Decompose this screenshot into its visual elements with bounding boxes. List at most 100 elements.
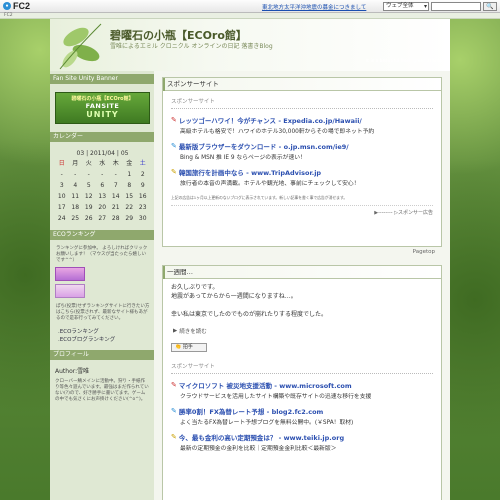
calendar-day: 11 [71,193,80,200]
sponsor-ad[interactable]: ✎ マイクロソフト 被災地支援活動 - www.microsoft.com クラウド… [171,380,441,400]
calendar-day: 25 [71,215,80,222]
fc2-logo-icon: ● [3,2,11,10]
sponsor-ad[interactable]: ✎ レッツゴーハワイ！今がチャンス - Expedia.co.jp/Hawaii/… [171,115,441,135]
sponsor-ad-description: よく当たるFX為替レート予想ブログを無料公開中。(￥SPA！取材) [180,420,354,426]
post-title[interactable]: 一週間… [163,266,441,279]
calendar-day: 21 [111,204,120,211]
pen-icon: ✎ [171,116,177,124]
site-description: 雪唯によるエミル クロニクル オンラインの日記 落書きBlog [110,43,273,50]
pen-icon: ✎ [171,407,177,415]
ad-note: 上記の広告は1ヶ月以上更新のないブログに表示されています。新しい記事を書く事で広… [171,195,348,200]
ad-footer[interactable]: ▶‑‑‑‑‑‑‑‑ ▷スポンサー広告 [171,205,433,216]
blog-wrapper: 碧曜石の小瓶【ECOro館】 雪唯によるエミル クロニクル オンラインの日記 落… [50,19,450,500]
calendar-day: 6 [100,182,105,189]
calendar-day: 30 [138,215,147,222]
pen-icon: ✎ [171,168,177,176]
sponsor-ad-title-text: 韓国旅行を計画中なら - www.TripAdvisor.jp [178,169,322,177]
sponsor-ad-description: 旅行者の本音の声満載。ホテルや観光地、事前にチェックして安心！ [180,181,360,187]
sponsor-ad[interactable]: ✎ 今、最も金利の高い定期預金は？ - www.teiki.jp.org 最新の定期… [171,432,441,452]
calendar-day: 24 [57,215,66,222]
calendar-grid: 日月火水木金土 - - - - -1 2 3 4 5 6 7 8 9 10 11 12 13 14 15 16 17 18 1… [55,159,150,224]
fc2-logo[interactable]: ● FC2 [3,1,30,11]
ranking-link-eco-blog[interactable]: .ECOブログランキング [58,336,154,344]
calendar-day: 16 [138,193,147,200]
calendar: 03 | 2011/04 | 05 日月火水木金土-----1234567891… [55,150,150,224]
calendar-prev-link[interactable]: 03 [77,150,85,157]
earthquake-donation-link[interactable]: 東北地方太平洋沖地震の募金につきまして [262,3,366,11]
read-more-label: 続きを読む [179,329,207,335]
site-tagline: It is a beautiful fresh green season. [365,58,444,63]
sponsor-ad-title[interactable]: ✎ 今、最も金利の高い定期預金は？ - www.teiki.jp.org [171,432,441,442]
sponsor-box: スポンサーサイト スポンサーサイト ✎ レッツゴーハワイ！今がチャンス - Exp… [162,77,442,255]
sponsor-ad[interactable]: ✎ 勝率0割！FX為替レート予想 - blog2.fc2.com よく当たるFX為替… [171,406,441,426]
post-line: 地震があってからから一週間になりますね…。 [171,293,297,300]
search-scope-select[interactable]: ウェブ全体 [383,2,429,11]
sponsor-ad-title[interactable]: ✎ 最新版ブラウザーをダウンロード - o.jp.msn.com/ie9/ [171,141,441,151]
sponsor-box-title[interactable]: スポンサーサイト [163,78,441,91]
post-line-spacer [171,301,441,310]
sponsor-ad-title-text: 最新版ブラウザーをダウンロード - o.jp.msn.com/ie9/ [178,143,349,151]
calendar-day: 10 [57,193,66,200]
calendar-day: 1 [127,171,132,178]
ranking-links: .ECOランキング .ECOブログランキング [58,328,154,344]
calendar-day: 15 [125,193,134,200]
sponsor-ad[interactable]: ✎ 最新版ブラウザーをダウンロード - o.jp.msn.com/ie9/Bing… [171,141,441,161]
calendar-day: 13 [98,193,107,200]
post-line: お久しぶりです。 [171,284,219,291]
pen-icon: ✎ [171,142,177,150]
clap-label: 拍手 [182,344,193,350]
ranking-link-eco[interactable]: .ECOランキング [58,328,154,336]
calendar-next-link[interactable]: 05 [121,150,129,157]
main-content: スポンサーサイト スポンサーサイト ✎ レッツゴーハワイ！今がチャンス - Exp… [162,77,442,500]
banner-line-1: 碧曜石の小瓶【ECOro館】 [71,96,134,102]
banner-line-2: FANSITE [85,102,120,110]
pagetop-link[interactable]: Pagetop [413,249,435,255]
sponsor-ad-description: 高級ホテルも格安で！ハワイのホテル30,000軒からその場で即ネット予約 [180,129,375,135]
sponsor-label: スポンサーサイト [171,97,433,109]
calendar-day: 22 [125,204,134,211]
ranking-banner-2[interactable] [55,284,85,298]
sponsor-ad-title[interactable]: ✎ 勝率0割！FX為替レート予想 - blog2.fc2.com [171,406,441,416]
sidebar-heading-calendar: カレンダー [50,132,154,142]
calendar-day: - [87,171,90,178]
clap-button[interactable]: 👏 拍手 [171,343,207,352]
search-button[interactable]: 🔍 [483,2,497,11]
calendar-day: 18 [71,204,80,211]
sponsor-ad-description: クラウドサービスを活用したサイト構築や既存サイトの迅速な移行を支援 [180,394,372,400]
ranking-text-2: ぽち(投票)せずランキングサイトに行きたい方はこちら(投票されず、最新なサイト様… [56,304,150,321]
calendar-day: - [60,171,63,178]
calendar-day-header: 水 [99,160,106,167]
calendar-day: 9 [140,182,145,189]
sponsor-ad-title[interactable]: ✎ マイクロソフト 被災地支援活動 - www.microsoft.com [171,380,441,390]
pen-icon: ✎ [171,381,177,389]
ranking-text: ランキングに参加中。 よろしければクリックお願いします！（マウスが当たったら嬉し… [56,246,148,263]
calendar-day-header: 日 [58,160,65,167]
blog-header: 碧曜石の小瓶【ECOro館】 雪唯によるエミル クロニクル オンラインの日記 落… [50,19,450,71]
calendar-day-header: 月 [72,160,79,167]
calendar-day: 7 [113,182,118,189]
sponsor-ad[interactable]: ✎ 韓国旅行を計画中なら - www.TripAdvisor.jp 旅行者の本音の声… [171,167,441,187]
calendar-day: 14 [111,193,120,200]
sponsor-ad-title-text: レッツゴーハワイ！今がチャンス - Expedia.co.jp/Hawaii/ [178,117,362,125]
read-more-link[interactable]: ▶ 続きを読む [173,327,441,335]
search-input[interactable] [431,2,481,11]
sponsor-ads: ✎ レッツゴーハワイ！今がチャンス - Expedia.co.jp/Hawaii/… [163,115,441,187]
leaf-decoration-icon [59,23,102,70]
sponsor-ad-title[interactable]: ✎ 韓国旅行を計画中なら - www.TripAdvisor.jp [171,167,441,177]
fansite-unity-banner[interactable]: 碧曜石の小瓶【ECOro館】 FANSITE UNITY [55,92,150,124]
calendar-day: - [114,171,117,178]
sponsor-label-2: スポンサーサイト [171,362,433,374]
calendar-month: 2011/04 [90,150,115,157]
sponsor-ad-title-text: 今、最も金利の高い定期預金は？ - www.teiki.jp.org [178,434,345,442]
sidebar: Fan Site Unity Banner 碧曜石の小瓶【ECOro館】 FAN… [50,71,154,500]
calendar-day-header: 金 [126,160,133,167]
calendar-day-header: 木 [112,160,119,167]
sidebar-heading-profile: プロフィール [50,350,154,360]
ranking-banner-1[interactable] [55,267,85,281]
sponsor-ad-description: Bing & MSN 推 IE 9 ならページの表示が速い！ [180,155,306,161]
calendar-day: 26 [84,215,93,222]
profile-author: Author:雪唯 [55,368,90,375]
sponsor-ad-title[interactable]: ✎ レッツゴーハワイ！今がチャンス - Expedia.co.jp/Hawaii/ [171,115,441,125]
post-line: 幸い私は東京でしたのでものが崩れたりする程度でした。 [171,311,328,318]
calendar-day: 23 [138,204,147,211]
